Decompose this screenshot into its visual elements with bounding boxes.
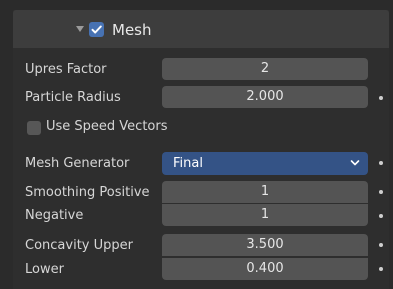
collapse-triangle-icon[interactable] [76, 26, 84, 32]
concavity-lower-keyframe-icon[interactable] [379, 267, 383, 271]
particle-radius-field[interactable]: 2.000 [162, 86, 368, 108]
particle-radius-label: Particle Radius [25, 90, 121, 105]
concavity-lower-field[interactable]: 0.400 [162, 258, 368, 280]
mesh-generator-dropdown[interactable]: Final [162, 152, 368, 175]
concavity-upper-label: Concavity Upper [25, 238, 133, 253]
smoothing-negative-label: Negative [25, 208, 84, 223]
use-speed-vectors-label[interactable]: Use Speed Vectors [46, 119, 168, 134]
concavity-upper-field[interactable]: 3.500 [162, 234, 368, 256]
panel-title: Mesh [112, 21, 152, 39]
smoothing-positive-label: Smoothing Positive [25, 185, 150, 200]
smoothing-negative-keyframe-icon[interactable] [379, 214, 383, 218]
upres-factor-field[interactable]: 2 [162, 58, 368, 80]
smoothing-negative-field[interactable]: 1 [162, 204, 368, 226]
checkmark-icon [91, 25, 102, 34]
chevron-down-icon [350, 160, 360, 166]
concavity-lower-label: Lower [25, 262, 64, 277]
mesh-generator-label: Mesh Generator [25, 156, 130, 171]
concavity-upper-keyframe-icon[interactable] [379, 243, 383, 247]
smoothing-positive-keyframe-icon[interactable] [379, 190, 383, 194]
mesh-enable-checkbox[interactable] [89, 22, 104, 37]
mesh-generator-keyframe-icon[interactable] [379, 161, 383, 165]
mesh-generator-value: Final [173, 156, 203, 171]
particle-radius-keyframe-icon[interactable] [379, 96, 383, 100]
use-speed-vectors-checkbox[interactable] [27, 121, 41, 135]
panel-header[interactable] [13, 10, 389, 48]
upres-factor-label: Upres Factor [25, 62, 107, 77]
smoothing-positive-field[interactable]: 1 [162, 181, 368, 203]
